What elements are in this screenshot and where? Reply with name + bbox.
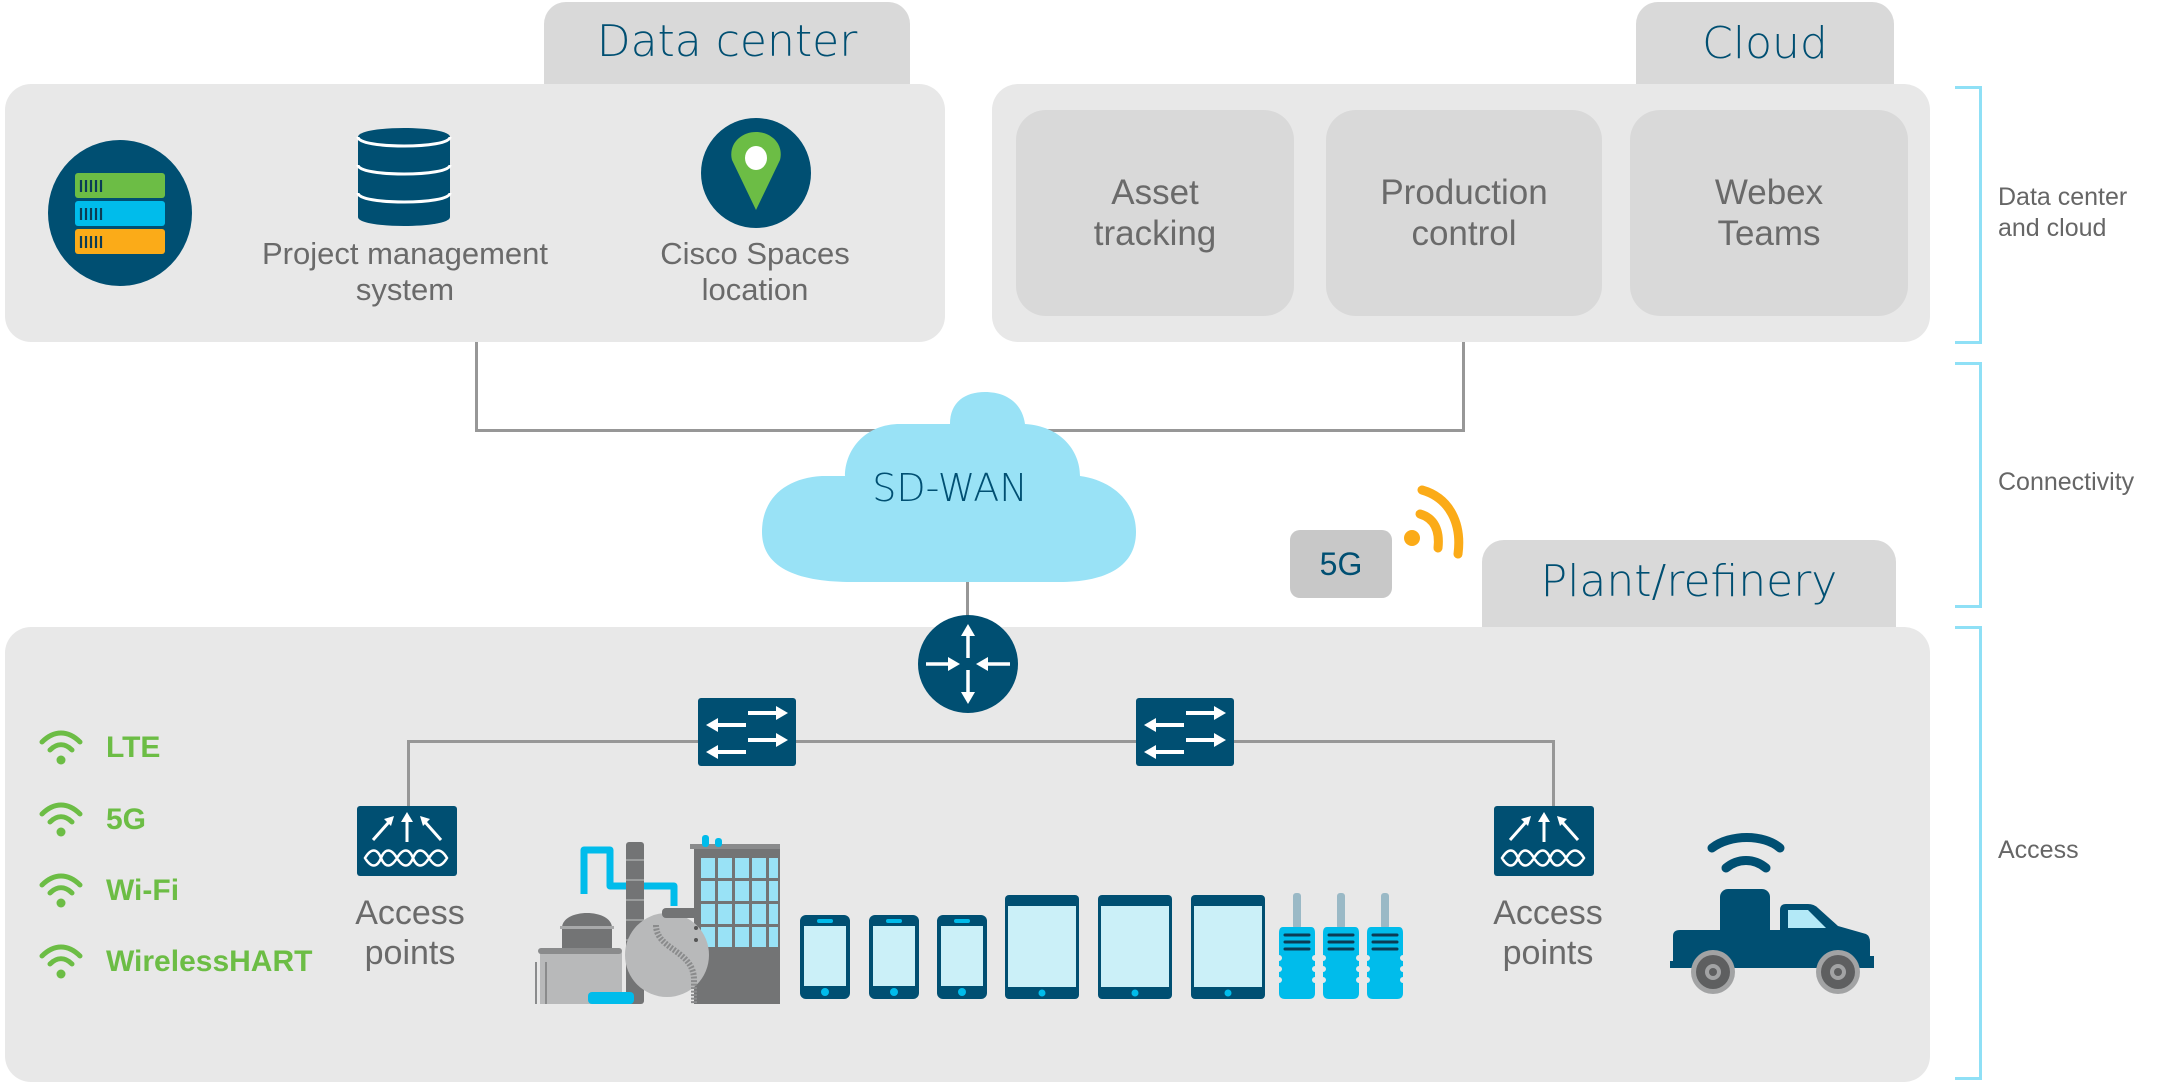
layer-label-connectivity: Connectivity xyxy=(1998,468,2135,496)
radio-icon-3 xyxy=(1365,893,1405,999)
tablet-icon-2 xyxy=(1098,895,1172,999)
plant-refinery-tab: Plant/refinery xyxy=(1482,540,1896,630)
location-pin-icon xyxy=(701,118,811,228)
server-stack-icon xyxy=(48,140,192,286)
production-control-card: Production control xyxy=(1326,110,1602,316)
tablet-icon-1 xyxy=(1005,895,1079,999)
switch-icon-right xyxy=(1136,698,1234,766)
truck-tracker-icon xyxy=(1668,826,1878,1006)
radio-icon-2 xyxy=(1321,893,1361,999)
project-management-label: Project management system xyxy=(261,236,549,307)
tablet-icon-3 xyxy=(1191,895,1265,999)
phone-icon-3 xyxy=(937,915,987,999)
asset-tracking-card: Asset tracking xyxy=(1016,110,1294,316)
legend-wifi: Wi-Fi xyxy=(38,873,179,909)
wifi-icon xyxy=(39,944,83,979)
lan-horizontal xyxy=(407,740,1555,743)
switch-icon-left xyxy=(698,698,796,766)
refinery-icon xyxy=(522,830,782,1005)
wifi-icon xyxy=(39,730,83,765)
wifi-icon xyxy=(39,873,83,908)
connector-dc-vertical xyxy=(475,342,478,432)
legend-wirelesshart: WirelessHART xyxy=(38,944,312,980)
connector-cloud-vertical xyxy=(1462,342,1465,432)
access-points-right-label: Access points xyxy=(1493,894,1603,972)
legend-lte: LTE xyxy=(38,730,160,766)
layer-label-access: Access xyxy=(1998,836,2079,864)
layer-bracket-connectivity xyxy=(1955,362,1982,608)
phone-icon-1 xyxy=(800,915,850,999)
5g-badge: 5G xyxy=(1290,530,1392,598)
phone-icon-2 xyxy=(869,915,919,999)
cisco-spaces-label: Cisco Spaces location xyxy=(660,236,850,307)
plant-refinery-title: Plant/refinery xyxy=(1540,556,1838,607)
signal-waves-icon xyxy=(1398,482,1468,560)
access-point-icon-left xyxy=(357,806,457,876)
access-points-left-label: Access points xyxy=(355,894,465,972)
layer-bracket-datacenter xyxy=(1955,86,1982,344)
wifi-icon xyxy=(39,802,83,837)
sdwan-label: SD-WAN xyxy=(872,466,1028,510)
router-icon xyxy=(916,614,1020,714)
layer-bracket-access xyxy=(1955,626,1982,1080)
legend-5g: 5G xyxy=(38,802,146,838)
webex-teams-card: Webex Teams xyxy=(1630,110,1908,316)
cloud-title: Cloud xyxy=(1702,18,1828,69)
layer-label-datacenter: Data center and cloud xyxy=(1998,183,2128,242)
data-center-title: Data center xyxy=(596,16,858,67)
database-icon xyxy=(356,121,452,233)
radio-icon-1 xyxy=(1277,893,1317,999)
cloud-tab: Cloud xyxy=(1636,2,1894,86)
access-point-icon-right xyxy=(1494,806,1594,876)
lan-right-drop xyxy=(1552,740,1555,810)
data-center-tab: Data center xyxy=(544,2,910,86)
lan-left-drop xyxy=(407,740,410,810)
